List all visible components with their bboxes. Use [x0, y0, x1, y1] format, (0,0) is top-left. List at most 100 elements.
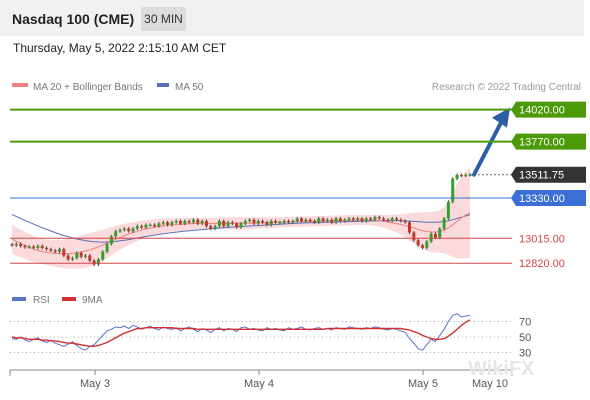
candle-body [369, 218, 373, 220]
rsi-tick-label: 70 [519, 317, 531, 329]
candle-body [235, 223, 239, 228]
rsi-tick-label: 50 [519, 332, 531, 344]
current-price-label: 13511.75 [519, 170, 564, 182]
candle-body [256, 221, 260, 224]
candle-body [70, 258, 74, 260]
ma20-legend-label: MA 20 + Bollinger Bands [33, 82, 143, 93]
candle-body [14, 244, 18, 246]
candle-body [222, 221, 226, 227]
candle-body [287, 221, 291, 223]
candle-body [49, 249, 53, 251]
candle-body [252, 219, 256, 224]
candle-body [96, 259, 100, 265]
ma20-legend-swatch [12, 83, 28, 87]
candle-body [200, 221, 204, 224]
candle-body [416, 240, 420, 246]
rsi-legend-label: RSI [33, 295, 50, 306]
level-label: 14020.00 [519, 105, 565, 117]
level-label: 13330.00 [519, 193, 565, 205]
candle-body [464, 174, 468, 177]
candle-body [140, 226, 144, 228]
candle-body [45, 247, 49, 250]
candle-body [101, 251, 105, 260]
candle-body [58, 249, 62, 252]
candle-body [170, 222, 174, 225]
candle-body [282, 221, 286, 223]
candle-body [243, 221, 247, 224]
level-label: 13770.00 [519, 137, 565, 149]
candle-body [308, 219, 312, 221]
candle-body [334, 218, 338, 223]
candle-body [274, 221, 278, 223]
candle-body [239, 223, 243, 228]
candle-body [412, 232, 416, 241]
candle-body [325, 219, 329, 221]
candle-body [131, 228, 135, 232]
candle-body [373, 217, 377, 220]
rsi-ma-line [11, 319, 471, 347]
candle-body [114, 231, 118, 237]
candle-body [174, 221, 178, 223]
candle-body [433, 233, 437, 238]
candle-body [420, 245, 424, 248]
candle-body [36, 245, 40, 248]
candle-body [455, 174, 459, 179]
candle-body [269, 221, 273, 225]
candle-body [40, 245, 44, 248]
candle-body [248, 219, 252, 221]
candle-body [347, 218, 351, 220]
candle-body [209, 226, 213, 229]
candle-body [377, 217, 381, 219]
candle-body [217, 221, 221, 227]
ma50-legend-label: MA 50 [175, 82, 204, 93]
candle-body [66, 255, 70, 260]
ma50-legend-swatch [157, 83, 169, 87]
candle-body [403, 221, 407, 223]
candle-body [19, 244, 23, 246]
candle-body [196, 219, 200, 224]
candle-body [144, 224, 148, 228]
x-tick-label: May 3 [80, 378, 110, 390]
candle-body [75, 253, 79, 259]
candle-body [438, 228, 442, 238]
candle-body [10, 244, 14, 246]
candle-body [442, 218, 446, 229]
rsi-plot-area: 705030 [10, 313, 531, 360]
candle-body [351, 218, 355, 220]
rsi-legend-swatch [12, 297, 26, 301]
candle-body [360, 218, 364, 221]
price-chart: MA 20 + Bollinger Bands MA 50 Research ©… [9, 82, 586, 390]
candle-body [356, 218, 360, 220]
candle-body [148, 224, 152, 227]
candle-body [27, 246, 31, 248]
candle-body [330, 219, 334, 223]
level-label: 12820.00 [519, 258, 565, 270]
candle-body [118, 229, 122, 232]
candle-body [304, 219, 308, 221]
candle-body [226, 222, 230, 227]
candle-body [204, 221, 208, 227]
candle-body [390, 218, 394, 221]
candle-body [53, 250, 57, 252]
candle-body [62, 249, 66, 256]
candle-body [382, 218, 386, 220]
candle-body [187, 221, 191, 223]
candle-body [105, 244, 109, 252]
candle-body [386, 219, 390, 221]
candle-body [429, 233, 433, 242]
candle-body [213, 226, 217, 229]
candle-body [109, 236, 113, 245]
candle-body [291, 221, 295, 223]
rsi-ma-legend-label: 9MA [82, 295, 103, 306]
candle-body [343, 219, 347, 221]
candle-body [166, 222, 170, 225]
x-tick-label: May 5 [408, 378, 438, 390]
candle-body [317, 218, 321, 223]
candle-body [157, 223, 161, 227]
candle-body [179, 221, 183, 224]
candle-body [92, 260, 96, 265]
x-axis-ticks: May 3 May 4 May 5 May 10 [80, 370, 508, 390]
candle-body [364, 218, 368, 221]
candle-body [23, 245, 27, 248]
candle-body [321, 218, 325, 221]
